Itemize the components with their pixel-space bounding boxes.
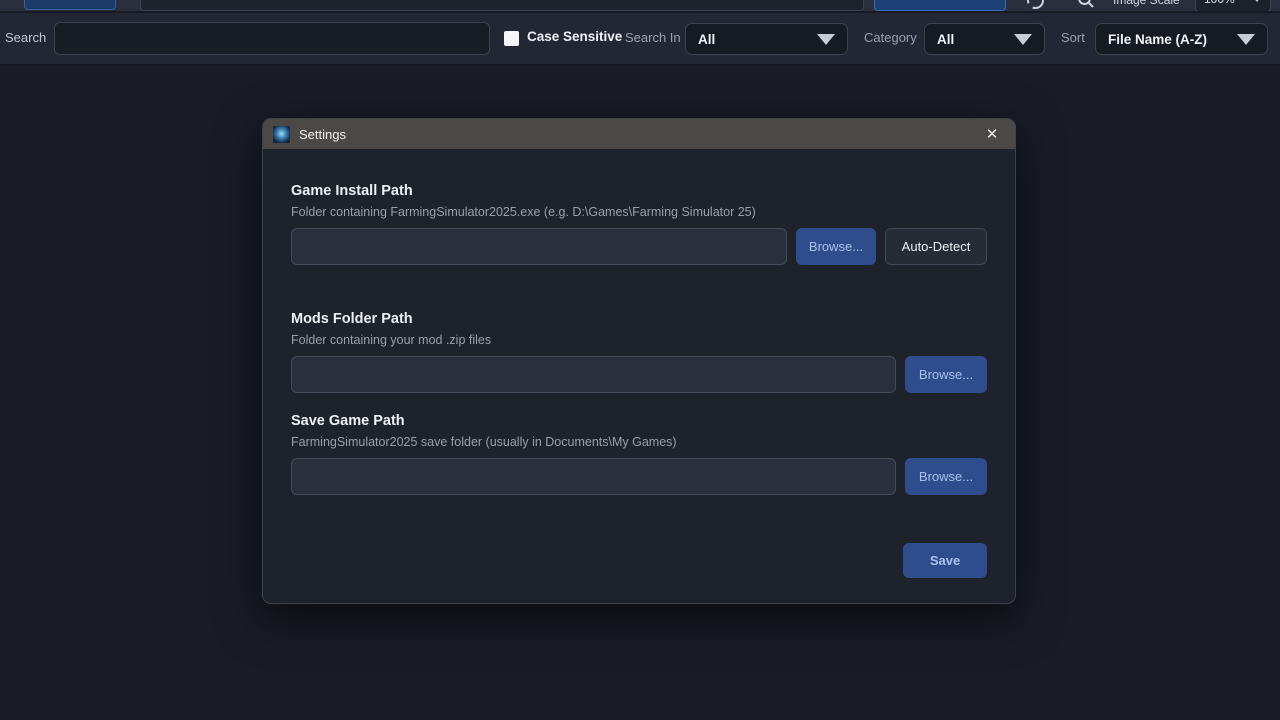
game-install-path-heading: Game Install Path: [291, 183, 987, 199]
mods-folder-path-heading: Mods Folder Path: [291, 311, 987, 327]
game-install-browse-button[interactable]: Browse...: [796, 228, 876, 265]
settings-dialog-titlebar[interactable]: Settings ✕: [263, 119, 1015, 149]
image-scale-select[interactable]: 100%: [1195, 0, 1271, 12]
game-install-path-section: Game Install Path Folder containing Farm…: [291, 183, 987, 265]
magnifier-icon[interactable]: [1077, 0, 1095, 9]
auto-detect-button[interactable]: Auto-Detect: [885, 228, 987, 265]
mods-folder-browse-button[interactable]: Browse...: [905, 356, 987, 393]
case-sensitive-label: Case Sensitive: [527, 29, 622, 44]
app-icon: [273, 126, 290, 143]
select-folder-button[interactable]: Select Folder: [24, 0, 116, 10]
chevron-down-icon: [1237, 34, 1255, 45]
game-install-path-description: Folder containing FarmingSimulator2025.e…: [291, 205, 987, 219]
filter-bar: Search Case Sensitive Search In All Cate…: [0, 13, 1280, 65]
sort-label: Sort: [1061, 30, 1085, 45]
search-in-value: All: [698, 32, 715, 47]
sort-value: File Name (A-Z): [1108, 32, 1207, 47]
chevron-down-icon: [1014, 34, 1032, 45]
mods-folder-path-section: Mods Folder Path Folder containing your …: [291, 311, 987, 393]
chevron-down-icon: [817, 34, 835, 45]
category-label: Category: [864, 30, 917, 45]
save-game-path-input[interactable]: [291, 458, 896, 495]
category-value: All: [937, 32, 954, 47]
search-in-label: Search In: [625, 30, 681, 45]
category-select[interactable]: All: [924, 23, 1045, 55]
top-toolbar: Select Folder Load Files Image Scale 100…: [0, 0, 1280, 13]
load-files-button[interactable]: Load Files: [874, 0, 1006, 11]
chevron-down-icon: [1252, 0, 1262, 2]
settings-dialog: Settings ✕ Game Install Path Folder cont…: [262, 118, 1016, 604]
save-game-path-description: FarmingSimulator2025 save folder (usuall…: [291, 435, 987, 449]
image-scale-label: Image Scale: [1113, 0, 1180, 7]
dialog-title: Settings: [299, 127, 346, 142]
mods-folder-path-description: Folder containing your mod .zip files: [291, 333, 987, 347]
save-game-path-heading: Save Game Path: [291, 413, 987, 429]
image-scale-value: 100%: [1204, 0, 1235, 6]
save-game-browse-button[interactable]: Browse...: [905, 458, 987, 495]
search-label: Search: [5, 30, 46, 45]
mods-folder-path-input[interactable]: [291, 356, 896, 393]
folder-path-input[interactable]: [140, 0, 864, 11]
settings-dialog-body: Game Install Path Folder containing Farm…: [263, 149, 1015, 578]
save-game-path-section: Save Game Path FarmingSimulator2025 save…: [291, 413, 987, 495]
search-input[interactable]: [54, 22, 490, 55]
refresh-icon[interactable]: [1027, 0, 1044, 9]
sort-select[interactable]: File Name (A-Z): [1095, 23, 1268, 55]
save-button[interactable]: Save: [903, 543, 987, 578]
search-in-select[interactable]: All: [685, 23, 848, 55]
case-sensitive-checkbox[interactable]: [504, 31, 519, 46]
close-icon[interactable]: ✕: [979, 121, 1005, 147]
game-install-path-input[interactable]: [291, 228, 787, 265]
